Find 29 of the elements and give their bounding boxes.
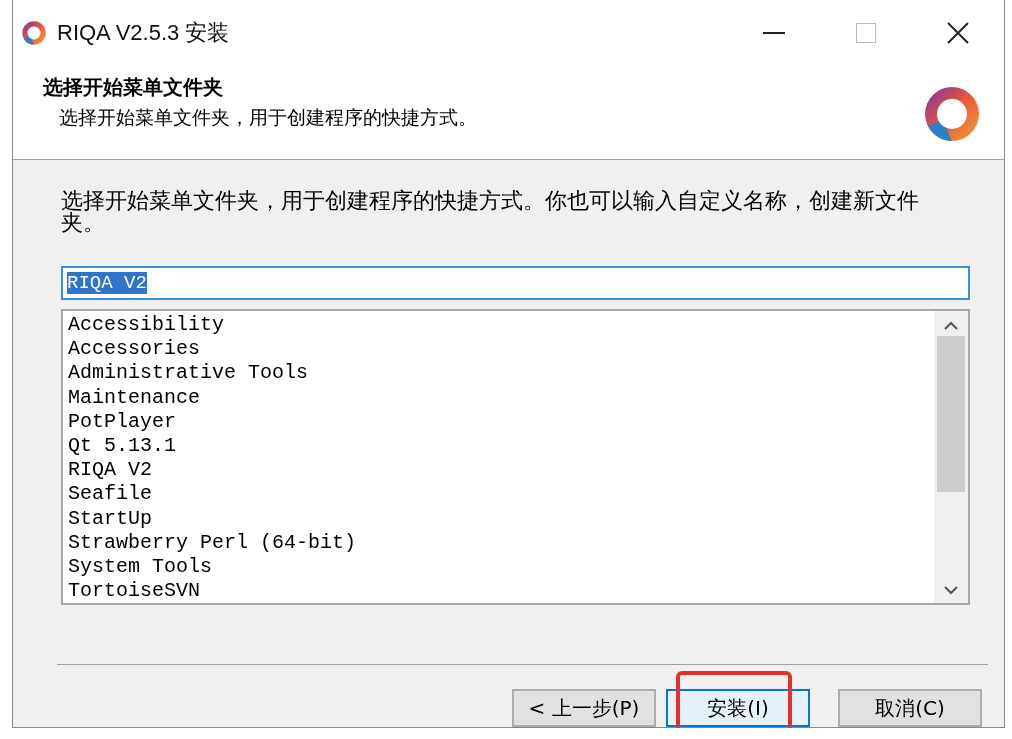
scrollbar[interactable] <box>934 311 968 603</box>
app-logo-icon <box>21 20 47 46</box>
maximize-icon[interactable] <box>856 23 876 43</box>
dialog-button[interactable]: 取消(C) <box>838 689 982 727</box>
scroll-down-icon[interactable] <box>944 586 958 595</box>
dialog-button[interactable]: 安装(I) <box>666 689 810 727</box>
window-title: RIQA V2.5.3 安装 <box>57 19 231 47</box>
folder-list-item[interactable]: Seafile <box>68 482 152 507</box>
folder-list-item[interactable]: PotPlayer <box>68 409 177 434</box>
folder-list-item[interactable]: TortoiseSVN <box>68 579 201 603</box>
scroll-up-icon[interactable] <box>944 321 958 330</box>
folder-list-item[interactable]: Administrative Tools <box>68 361 309 386</box>
folder-list-item[interactable]: StartUp <box>68 506 152 531</box>
folder-list-item[interactable]: Maintenance <box>68 385 201 410</box>
dialog-button[interactable]: < 上一步(P) <box>512 689 656 727</box>
folder-list-item[interactable]: Accessibility <box>68 313 225 338</box>
page-subtitle: 选择开始菜单文件夹，用于创建程序的快捷方式。 <box>59 105 478 130</box>
close-icon[interactable] <box>947 22 969 44</box>
description-text: 选择开始菜单文件夹，用于创建程序的快捷方式。你也可以输入自定义名称，创建新文件夹。 <box>61 190 920 234</box>
folder-list-item[interactable]: Strawberry Perl (64-bit) <box>68 530 357 556</box>
product-logo-icon <box>922 84 982 144</box>
folder-list-item[interactable]: System Tools <box>68 555 213 580</box>
folder-list-item[interactable]: Qt 5.13.1 <box>68 434 177 459</box>
scrollbar-thumb[interactable] <box>937 336 965 492</box>
minimize-icon[interactable] <box>763 32 785 34</box>
folder-list-item[interactable]: RIQA V2 <box>68 458 152 483</box>
folder-name-field[interactable]: RIQA V2 <box>61 266 970 300</box>
page-title: 选择开始菜单文件夹 <box>43 74 224 101</box>
folder-list-item[interactable]: Accessories <box>68 337 201 362</box>
